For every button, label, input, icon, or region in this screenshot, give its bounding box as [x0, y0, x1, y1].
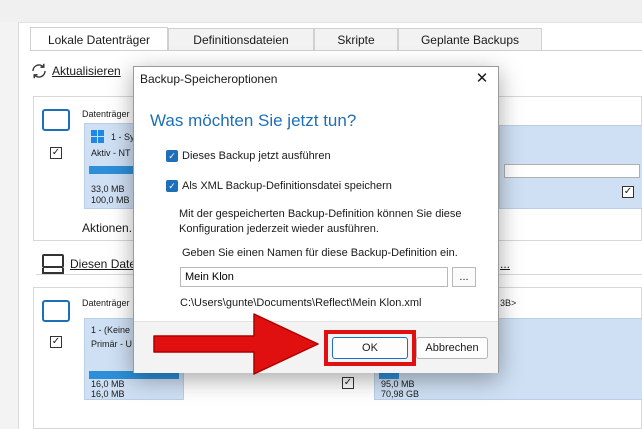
partition-used: 33,0 MB: [91, 184, 125, 194]
disk-actions-link[interactable]: Aktionen...: [82, 221, 139, 235]
partition-type: Aktiv - NT: [91, 148, 131, 158]
dialog-title: Backup-Speicheroptionen: [140, 72, 278, 86]
disk-header: Datenträger: [82, 109, 130, 119]
tab-label: Definitionsdateien: [193, 32, 289, 47]
disk-header-tail: 3B>: [500, 298, 517, 308]
definition-name-input[interactable]: [180, 267, 448, 287]
partition-used: 16,0 MB: [91, 379, 125, 389]
disk-header: Datenträger: [82, 298, 130, 308]
windows-icon: [91, 130, 104, 143]
partition-used: 95,0 MB: [381, 379, 415, 389]
partition-total: 70,98 GB: [381, 389, 420, 399]
clone-disk-icon: [42, 254, 64, 274]
browse-button[interactable]: ...: [452, 267, 476, 287]
refresh-label: Aktualisieren: [52, 64, 121, 78]
tab-lokale-datentraeger[interactable]: Lokale Datenträger: [30, 27, 168, 51]
tab-skripte[interactable]: Skripte: [314, 28, 398, 50]
dialog-heading: Was möchten Sie jetzt tun?: [150, 111, 357, 130]
red-arrow-icon: [153, 313, 319, 375]
disk-2-checkbox[interactable]: ✓: [50, 336, 62, 348]
option-label: Als XML Backup-Definitionsdatei speicher…: [182, 180, 392, 192]
tab-geplante-backups[interactable]: Geplante Backups: [398, 28, 542, 50]
option-label: Dieses Backup jetzt ausführen: [182, 150, 331, 162]
app-top-bar: [0, 0, 642, 23]
option-save-xml[interactable]: ✓ Als XML Backup-Definitionsdatei speich…: [166, 180, 392, 192]
clone-disk-link-tail[interactable]: ...: [500, 257, 510, 271]
refresh-icon: [32, 63, 46, 79]
partition-1-checkbox[interactable]: ✓: [342, 377, 354, 389]
option-run-now[interactable]: ✓ Dieses Backup jetzt ausführen: [166, 150, 331, 162]
checkbox-checked-icon[interactable]: ✓: [166, 180, 178, 192]
left-sidebar-strip: [0, 22, 19, 429]
name-prompt: Geben Sie einen Namen für diese Backup-D…: [182, 247, 458, 259]
partition-type: Primär - U: [91, 339, 132, 349]
refresh-button[interactable]: Aktualisieren: [30, 62, 121, 80]
disk-1-checkbox[interactable]: ✓: [50, 147, 62, 159]
info-text: Mit der gespeicherten Backup-Definition …: [179, 208, 462, 235]
tab-label: Skripte: [337, 32, 375, 47]
cancel-button[interactable]: Abbrechen: [416, 337, 488, 359]
partition-total: 16,0 MB: [91, 389, 125, 399]
ok-button[interactable]: OK: [332, 337, 408, 359]
tab-divider: [30, 50, 642, 51]
hard-disk-icon: [42, 109, 70, 131]
partition-2[interactable]: ✓: [499, 125, 642, 209]
partition-name: 1 - (Keine: [91, 325, 131, 335]
partition-2-checkbox[interactable]: ✓: [622, 186, 634, 198]
hard-disk-icon: [42, 300, 70, 322]
clone-disk-link[interactable]: Diesen Dater: [70, 257, 140, 271]
tab-definitionsdateien[interactable]: Definitionsdateien: [168, 28, 314, 50]
tab-label: Geplante Backups: [420, 32, 520, 47]
close-icon[interactable]: ✕: [474, 69, 490, 87]
partition-total: 100,0 MB: [91, 195, 130, 205]
checkbox-checked-icon[interactable]: ✓: [166, 150, 178, 162]
partition-usage-bar-empty: [504, 164, 640, 178]
partition-name: 1 - Sy: [111, 132, 135, 142]
tab-label: Lokale Datenträger: [47, 32, 151, 47]
